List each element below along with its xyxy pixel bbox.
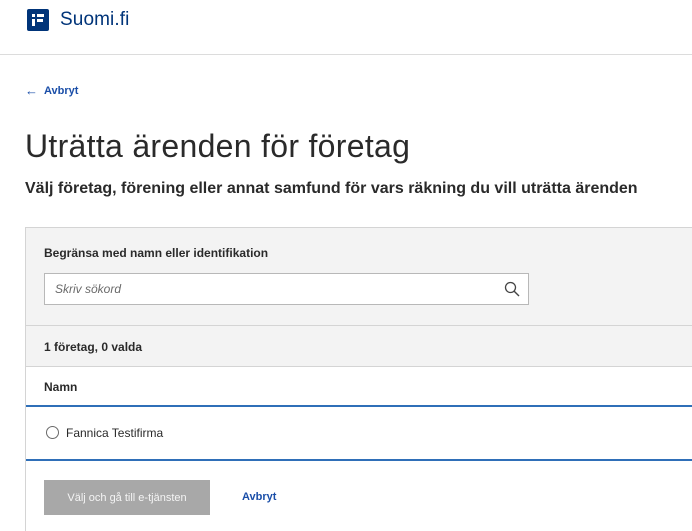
company-name: Fannica Testifirma [66,426,164,440]
table-header: Namn [26,367,692,407]
back-link-label: Avbryt [44,84,79,97]
cancel-link[interactable]: Avbryt [242,491,276,503]
selection-count: 1 företag, 0 valda [44,340,143,354]
select-and-go-button[interactable]: Välj och gå till e-tjänsten [44,480,210,515]
search-box [44,273,529,305]
company-row[interactable]: Fannica Testifirma [26,407,692,461]
page-title: Uträtta ärenden för företag [25,128,411,164]
site-header: Suomi.fi [0,0,692,55]
search-icon[interactable] [504,281,520,302]
back-link[interactable]: ← Avbryt [25,84,78,97]
filter-label: Begränsa med namn eller identifikation [44,246,269,260]
arrow-left-icon: ← [25,83,38,98]
column-header-name: Namn [44,380,78,394]
brand-name[interactable]: Suomi.fi [60,9,129,31]
action-bar: Välj och gå till e-tjänsten Avbryt [26,461,692,531]
suomi-fi-logo-icon[interactable] [27,9,49,31]
page-subtitle: Välj företag, förening eller annat samfu… [25,180,638,197]
search-input[interactable] [45,274,485,304]
selection-count-bar: 1 företag, 0 valda [26,326,692,367]
company-radio-button[interactable] [46,426,59,439]
filter-section: Begränsa med namn eller identifikation [26,228,692,326]
company-selection-panel: Begränsa med namn eller identifikation 1… [25,227,692,531]
